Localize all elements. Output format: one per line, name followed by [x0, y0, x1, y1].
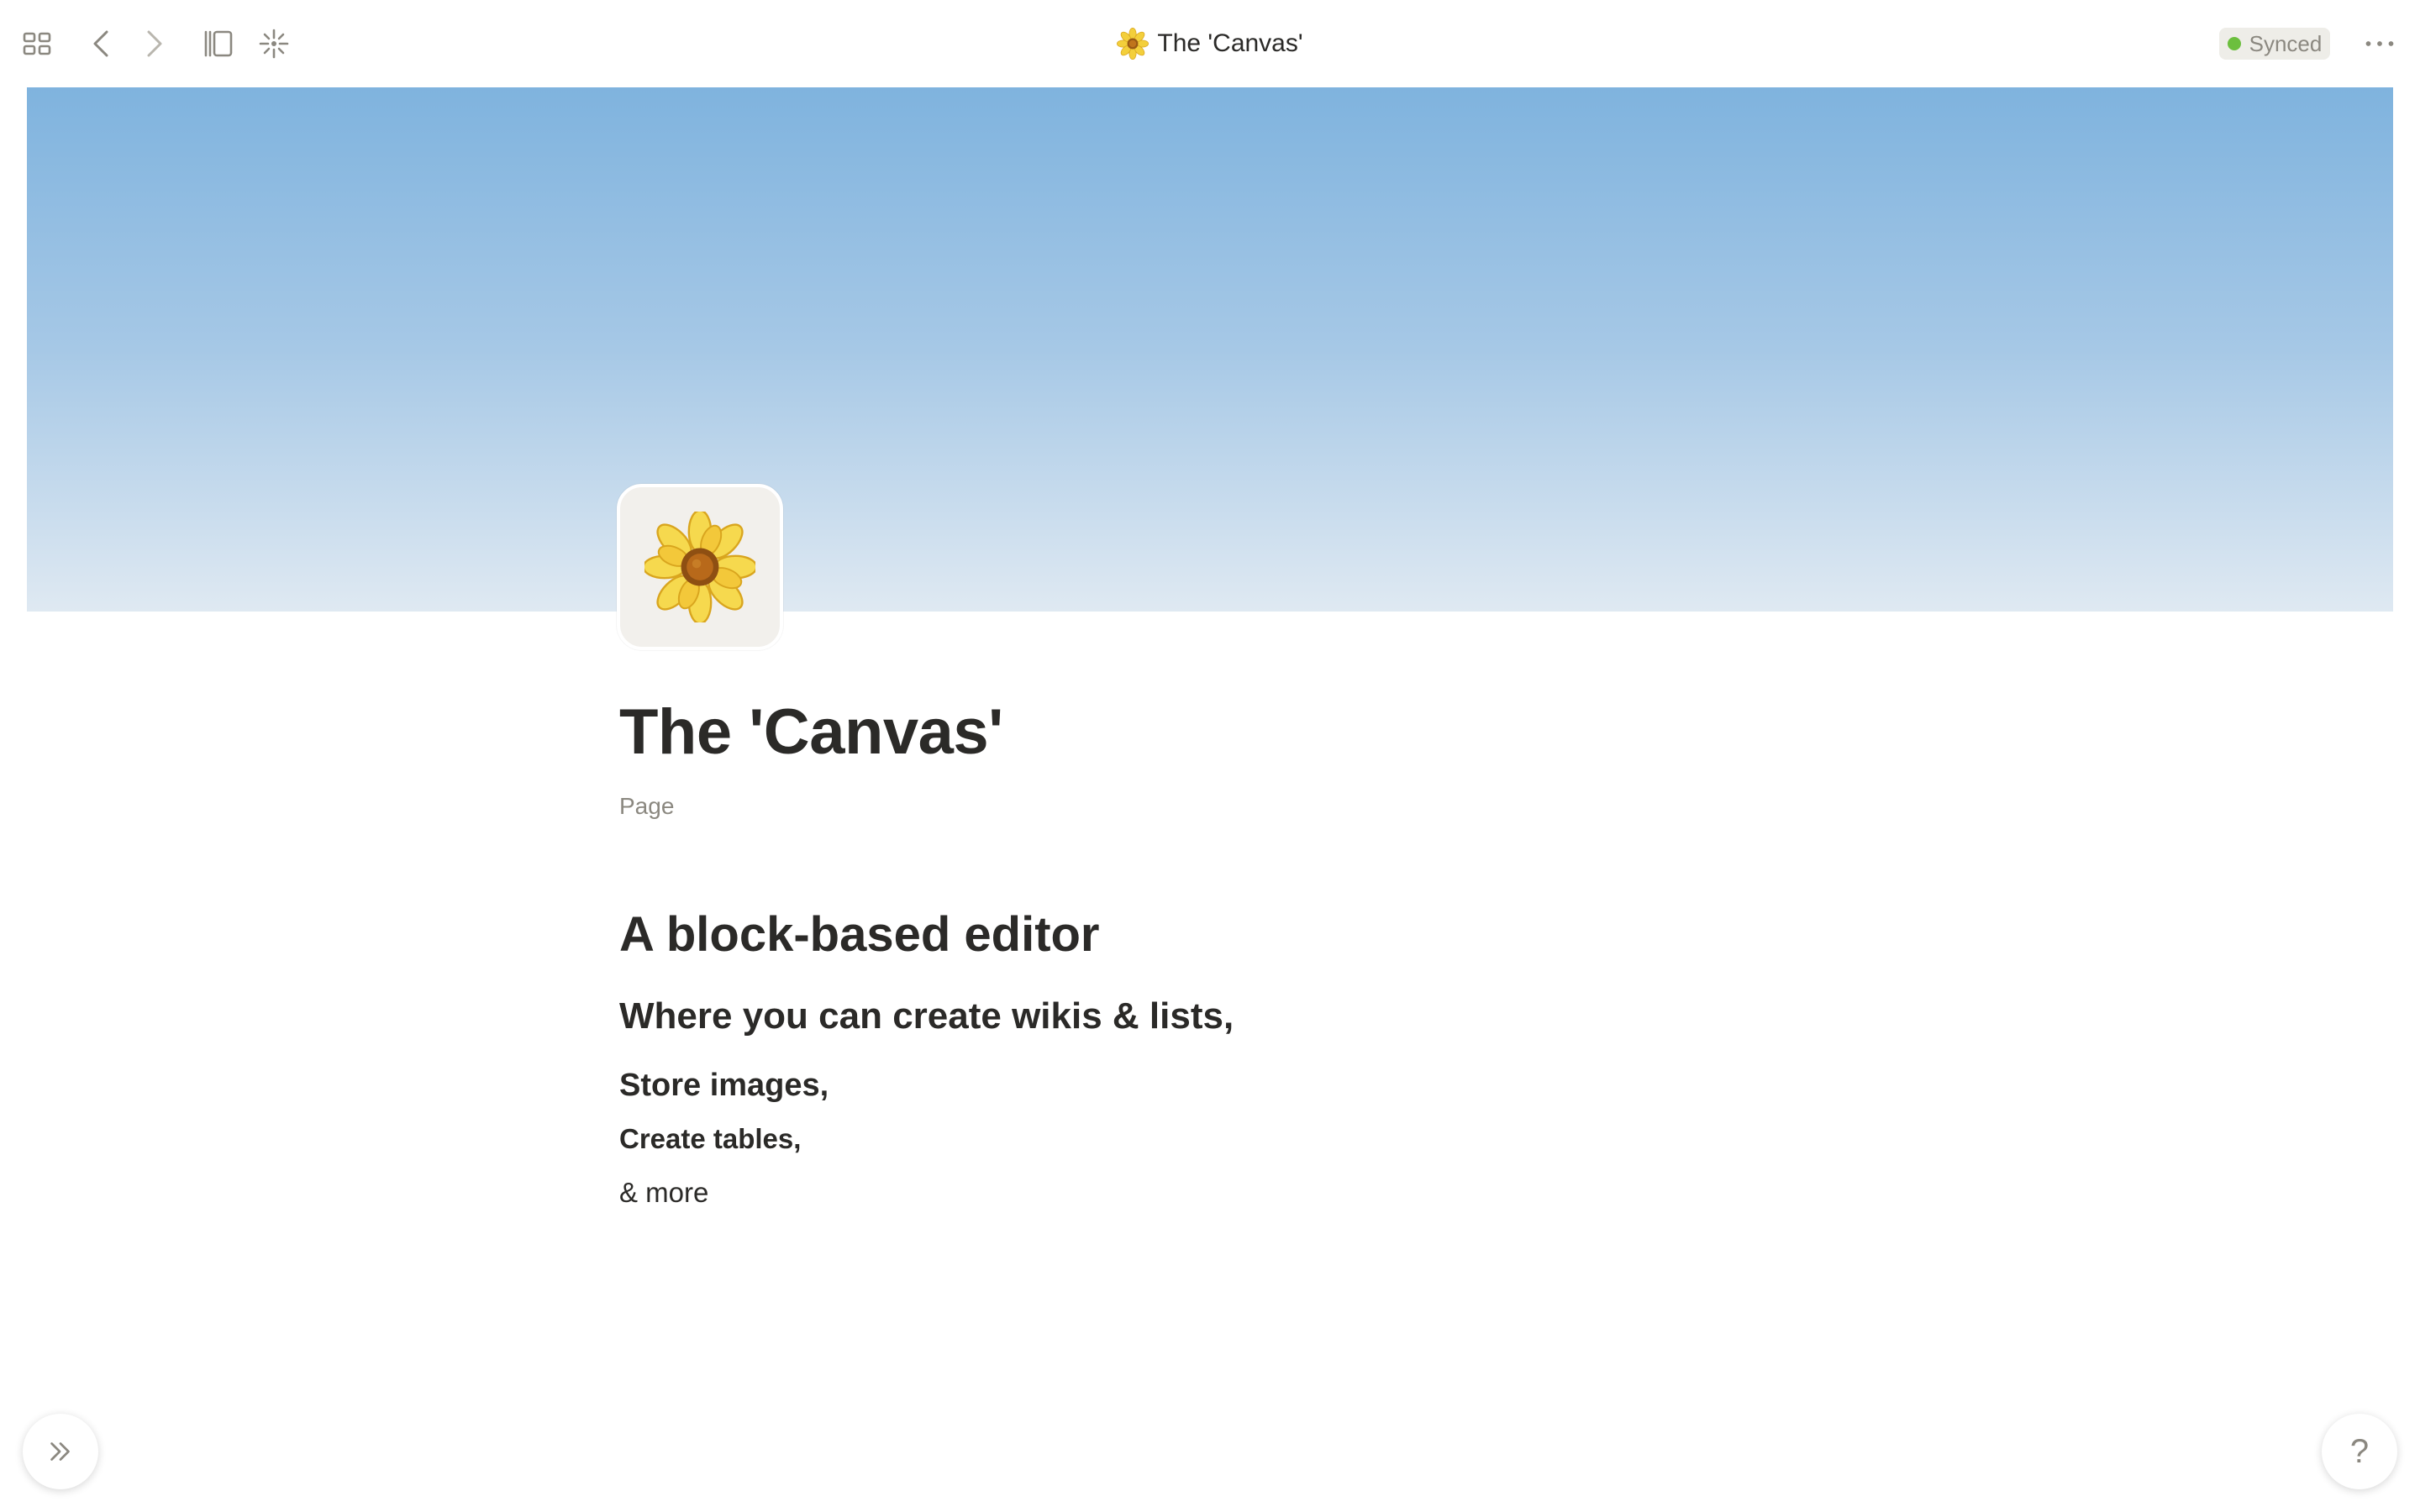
page-type-label: Page — [619, 793, 675, 819]
sunflower-icon — [1117, 28, 1150, 60]
double-chevron-right-icon — [50, 1442, 70, 1461]
cover-image[interactable] — [27, 87, 2393, 612]
more-icon[interactable] — [2361, 25, 2398, 62]
paragraph-block[interactable]: & more — [619, 1173, 1796, 1213]
sunflower-icon — [644, 512, 755, 622]
page-title[interactable]: The 'Canvas' — [619, 689, 1796, 776]
heading-block-4[interactable]: Create tables, — [619, 1119, 1796, 1159]
document-title-text: The 'Canvas' — [1157, 29, 1303, 57]
document-title-tab[interactable]: The 'Canvas' — [0, 20, 2420, 67]
help-button[interactable]: ? — [2322, 1414, 2397, 1489]
status-dot-icon — [2227, 37, 2241, 50]
sync-status-label: Synced — [2249, 30, 2323, 56]
page-icon[interactable] — [617, 484, 783, 650]
expand-sidebar-button[interactable] — [23, 1414, 98, 1489]
heading-block-3[interactable]: Store images, — [619, 1063, 1796, 1107]
page-content: The 'Canvas' Page A block-based editor W… — [619, 689, 1796, 1213]
help-label: ? — [2349, 1432, 2370, 1470]
top-toolbar: The 'Canvas' Synced — [0, 0, 2420, 87]
heading-block-1[interactable]: A block-based editor — [619, 904, 1796, 966]
sync-status-badge[interactable]: Synced — [2219, 28, 2330, 60]
heading-block-2[interactable]: Where you can create wikis & lists, — [619, 991, 1796, 1042]
